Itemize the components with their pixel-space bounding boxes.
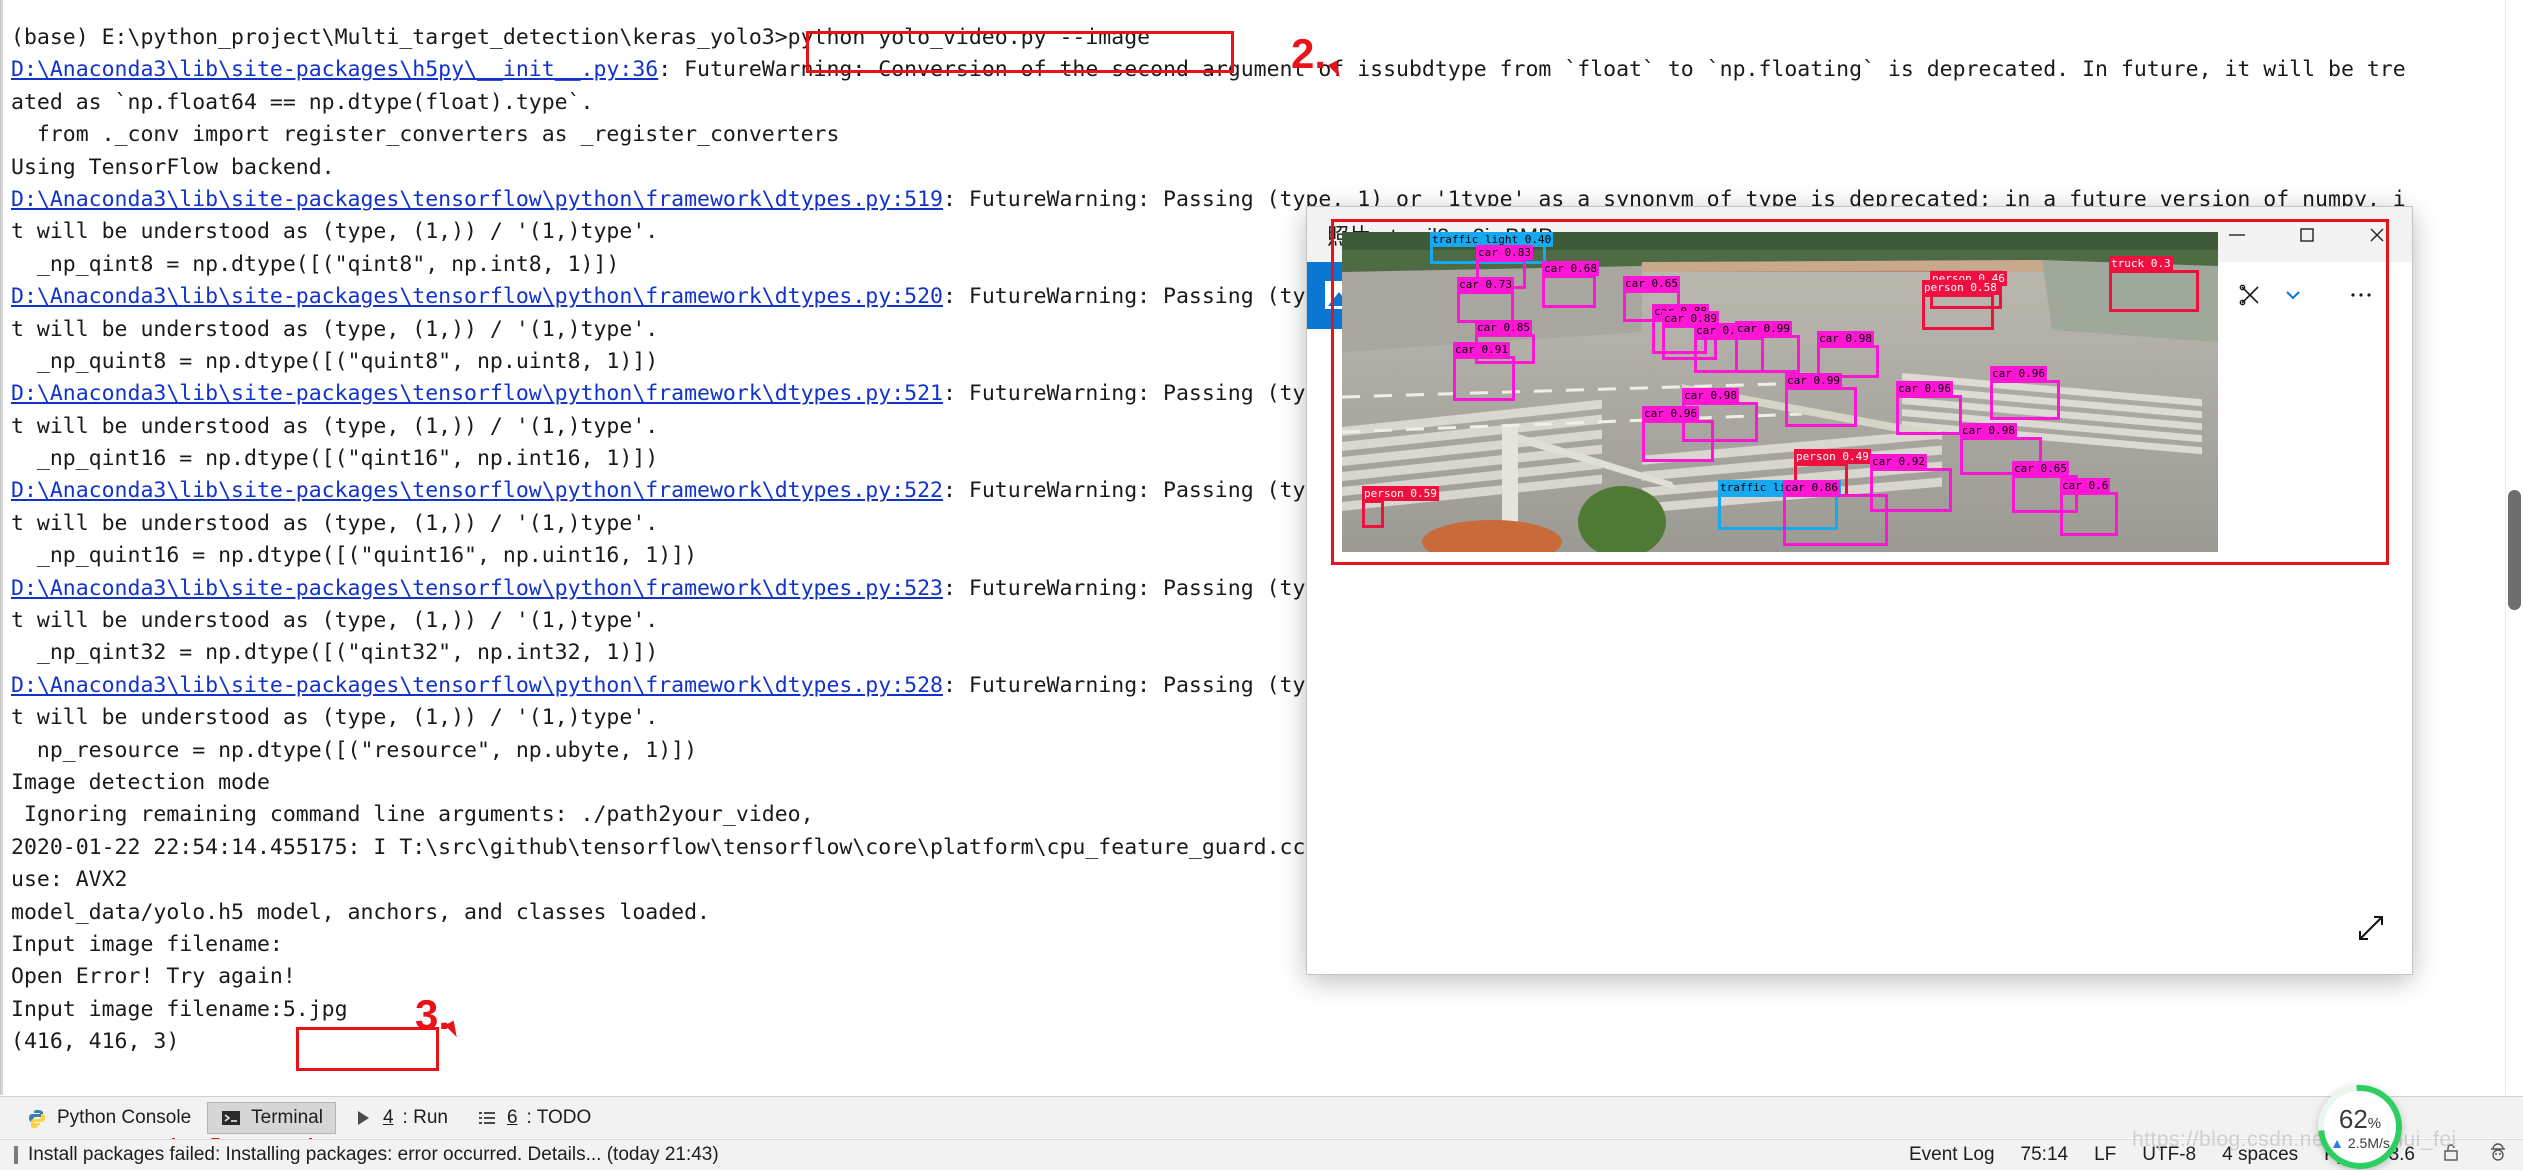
tool-window-terminal[interactable]: Terminal [207, 1102, 336, 1134]
detection-box [1735, 335, 1800, 373]
detection-label: person 0.58 [1922, 280, 1999, 295]
detection-box [2109, 270, 2199, 312]
terminal-file-link[interactable]: D:\Anaconda3\lib\site-packages\tensorflo… [11, 284, 943, 309]
expand-icon[interactable] [2354, 911, 2388, 950]
detection-label: car 0.92 [1870, 454, 1927, 469]
terminal-icon [220, 1107, 242, 1129]
network-percent-value: 62 [2339, 1104, 2368, 1134]
network-percent: 62% [2339, 1104, 2381, 1135]
detection-label: car 0.98 [1960, 423, 2017, 438]
terminal-file-link[interactable]: D:\Anaconda3\lib\site-packages\tensorflo… [11, 381, 943, 406]
network-speed: ▲ 2.5M/s [2330, 1135, 2390, 1151]
status-indicator-icon [14, 1146, 18, 1164]
detection-label: car 0.96 [1642, 406, 1699, 421]
terminal-line: from ._conv import register_converters a… [11, 119, 2406, 151]
detection-box [1896, 395, 1962, 435]
detection-box [1990, 380, 2060, 420]
detection-label: car 0.73 [1457, 277, 1514, 292]
annotation-number-3: 3. [415, 994, 450, 1036]
tool-window-todo[interactable]: 6 : TODO [464, 1103, 603, 1133]
detection-result-image: traffic light 0.40car 0.83car 0.68car 0.… [1342, 232, 2218, 552]
network-percent-unit: % [2368, 1115, 2381, 1132]
annotation-number-2: 2. [1291, 33, 1326, 75]
terminal-line: Input image filename:5.jpg [11, 994, 2406, 1026]
detection-label: car 0.98 [1817, 331, 1874, 346]
terminal-scrollbar-thumb[interactable] [2508, 490, 2521, 610]
tool-window-terminal-label: Terminal [251, 1107, 323, 1129]
caret-position[interactable]: 75:14 [2021, 1144, 2069, 1166]
status-bar-left: Install packages failed: Installing pack… [0, 1144, 719, 1166]
detection-label: car 0.68 [1542, 261, 1599, 276]
terminal-file-link[interactable]: D:\Anaconda3\lib\site-packages\tensorflo… [11, 673, 943, 698]
screen-root: (base) E:\python_project\Multi_target_de… [0, 0, 2523, 1170]
python-icon [26, 1107, 48, 1129]
terminal-file-link[interactable]: D:\Anaconda3\lib\site-packages\h5py\__in… [11, 57, 658, 82]
line-separator[interactable]: LF [2094, 1144, 2116, 1166]
terminal-left-rule [1, 0, 3, 1095]
detection-label: car 0.65 [1623, 276, 1680, 291]
tool-window-bar[interactable]: Python Console Terminal 4 : Run 6 : TODO [0, 1096, 2523, 1138]
tool-window-todo-label: : TODO [527, 1107, 592, 1129]
network-speed-value: 2.5M/s [2348, 1135, 2390, 1151]
detection-label: person 0.59 [1362, 486, 1439, 501]
lock-icon[interactable] [2441, 1142, 2461, 1168]
tool-window-run-prefix: 4 [383, 1107, 394, 1129]
upload-arrow-icon: ▲ [2330, 1135, 2344, 1151]
detection-label: car 0.91 [1453, 342, 1510, 357]
detection-label: car 0.99 [1735, 321, 1792, 336]
detection-box [1453, 356, 1515, 401]
detection-box [1785, 387, 1857, 427]
detection-label: car 0.83 [1476, 245, 1533, 260]
face-icon[interactable] [2487, 1141, 2509, 1169]
terminal-line: ated as `np.float64 == np.dtype(float).t… [11, 87, 2406, 119]
detection-label: car 0.86 [1783, 480, 1840, 495]
detection-label: car 0.99 [1785, 373, 1842, 388]
tool-window-python-console-label: Python Console [57, 1107, 191, 1129]
annotation-box-command [806, 31, 1234, 73]
event-log-button[interactable]: Event Log [1909, 1144, 1995, 1166]
detection-label: car 0.65 [2012, 461, 2069, 476]
terminal-file-link[interactable]: D:\Anaconda3\lib\site-packages\tensorflo… [11, 478, 943, 503]
tool-window-python-console[interactable]: Python Console [14, 1103, 203, 1133]
detection-box [1783, 494, 1888, 546]
status-message[interactable]: Install packages failed: Installing pack… [28, 1144, 719, 1166]
status-bar-right[interactable]: Event Log 75:14 LF UTF-8 4 spaces Python… [1909, 1141, 2509, 1169]
detection-label: truck 0.3 [2109, 256, 2173, 271]
file-encoding[interactable]: UTF-8 [2142, 1144, 2196, 1166]
network-speed-widget[interactable]: 62% ▲ 2.5M/s [2318, 1085, 2402, 1169]
terminal-scrollbar-track[interactable] [2505, 0, 2523, 1095]
detection-box [1457, 291, 1514, 323]
detection-label: car 0.85 [1475, 320, 1532, 335]
detection-box [1922, 294, 1994, 330]
detection-box [2060, 492, 2118, 536]
terminal-file-link[interactable]: D:\Anaconda3\lib\site-packages\tensorflo… [11, 576, 943, 601]
tool-window-run[interactable]: 4 : Run [340, 1103, 460, 1133]
todo-icon [476, 1107, 498, 1129]
detection-label: car 0.96 [1990, 366, 2047, 381]
detection-label: car 0.96 [1896, 381, 1953, 396]
indent-setting[interactable]: 4 spaces [2222, 1144, 2298, 1166]
detection-label: car 0.6 [2060, 478, 2110, 493]
detection-box [1642, 420, 1714, 462]
run-icon [352, 1107, 374, 1129]
status-bar[interactable]: Install packages failed: Installing pack… [0, 1139, 2523, 1170]
tool-window-todo-prefix: 6 [507, 1107, 518, 1129]
terminal-file-link[interactable]: D:\Anaconda3\lib\site-packages\tensorflo… [11, 187, 943, 212]
terminal-line: Using TensorFlow backend. [11, 152, 2406, 184]
detection-box [1362, 500, 1384, 528]
detection-box [1542, 275, 1596, 308]
detection-label: person 0.49 [1794, 449, 1871, 464]
tool-window-run-label: : Run [403, 1107, 448, 1129]
detection-label: car 0.98 [1682, 388, 1739, 403]
